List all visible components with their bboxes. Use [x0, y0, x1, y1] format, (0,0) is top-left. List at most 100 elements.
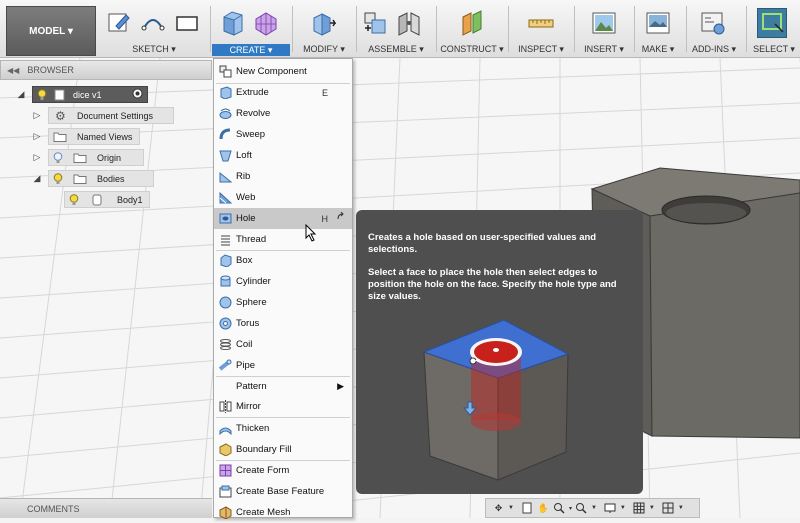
assemble-menu-label[interactable]: ASSEMBLE ▾ [358, 44, 434, 55]
expand-triangle-icon[interactable]: ▷ [32, 131, 42, 142]
sketch-group[interactable]: SKETCH ▾ [100, 0, 208, 58]
create-sketch-icon[interactable] [104, 8, 134, 38]
visibility-bulb-icon[interactable] [37, 88, 47, 101]
create-group[interactable]: CREATE ▾ [212, 0, 290, 58]
menu-item-torus[interactable]: Torus [214, 313, 352, 334]
create-mesh-icon [218, 506, 232, 520]
comments-panel[interactable]: COMMENTS [0, 498, 212, 518]
3d-print-icon[interactable] [643, 8, 673, 38]
add-ins-menu-label[interactable]: ADD-INS ▾ [688, 44, 740, 55]
look-at-icon[interactable] [521, 502, 534, 515]
rectangle-icon[interactable] [172, 8, 202, 38]
menu-item-boundary-fill[interactable]: Boundary Fill [214, 439, 352, 460]
expand-triangle-icon[interactable]: ▷ [32, 110, 42, 121]
make-group[interactable]: MAKE ▾ [636, 0, 680, 58]
menu-item-pattern[interactable]: Pattern ▶ [214, 376, 352, 397]
menu-item-create-mesh[interactable]: Create Mesh [214, 502, 352, 523]
tree-row-document-settings[interactable]: ▷ ⚙ Document Settings [32, 107, 174, 124]
menu-item-create-form[interactable]: Create Form [214, 460, 352, 481]
extrude-icon[interactable] [217, 8, 247, 38]
tree-root-row[interactable]: ◢ dice v1 [16, 86, 148, 103]
tree-row-origin[interactable]: ▷ Origin [32, 149, 144, 166]
menu-item-mirror[interactable]: Mirror [214, 396, 352, 417]
dropdown-caret-icon[interactable]: ▼ [620, 505, 626, 511]
modify-group[interactable]: MODIFY ▾ [294, 0, 354, 58]
expand-triangle-icon[interactable]: ◢ [16, 89, 26, 100]
browser-header[interactable]: ◀◀ BROWSER [0, 60, 212, 80]
menu-item-web[interactable]: Web [214, 187, 352, 208]
menu-item-extrude[interactable]: Extrude E [214, 82, 352, 103]
dropdown-caret-icon[interactable]: ▾ [569, 505, 572, 512]
menu-item-create-base-feature[interactable]: Create Base Feature [214, 481, 352, 502]
visibility-bulb-icon[interactable] [53, 172, 63, 185]
menu-item-rib[interactable]: Rib [214, 166, 352, 187]
collapse-icon[interactable]: ◀◀ [7, 66, 19, 75]
tree-row-bodies[interactable]: ◢ Bodies [32, 170, 154, 187]
visibility-bulb-icon[interactable] [69, 193, 79, 206]
spline-icon[interactable] [138, 8, 168, 38]
pan-hand-icon[interactable]: ✋ [537, 502, 550, 515]
new-component-icon[interactable] [360, 8, 390, 38]
dropdown-caret-icon[interactable]: ▼ [508, 505, 514, 511]
tree-row-body1[interactable]: Body1 [64, 191, 150, 208]
expand-triangle-icon[interactable]: ▷ [32, 152, 42, 163]
menu-item-new-component[interactable]: New Component [214, 61, 352, 82]
workspace-switcher-button[interactable]: MODEL ▾ [6, 6, 96, 56]
dropdown-caret-icon[interactable]: ▼ [591, 505, 597, 511]
modify-menu-label[interactable]: MODIFY ▾ [294, 44, 354, 55]
activate-radio-icon[interactable] [132, 88, 143, 101]
display-settings-icon[interactable] [604, 502, 617, 515]
measure-icon[interactable] [526, 8, 556, 38]
insert-image-icon[interactable] [589, 8, 619, 38]
dropdown-caret-icon[interactable]: ▼ [678, 505, 684, 511]
customize-arrow-icon[interactable] [336, 211, 346, 225]
sketch-menu-label[interactable]: SKETCH ▾ [100, 44, 208, 55]
toolbar-divider [356, 6, 357, 52]
construct-group[interactable]: CONSTRUCT ▾ [438, 0, 506, 58]
menu-item-sphere[interactable]: Sphere [214, 292, 352, 313]
select-menu-label[interactable]: SELECT ▾ [748, 44, 800, 55]
visibility-bulb-icon[interactable] [53, 151, 63, 164]
menu-item-thread[interactable]: Thread [214, 229, 352, 250]
offset-plane-icon[interactable] [457, 8, 487, 38]
construct-menu-label[interactable]: CONSTRUCT ▾ [438, 44, 506, 55]
menu-item-thicken[interactable]: Thicken [214, 418, 352, 439]
tree-row-named-views[interactable]: ▷ Named Views [32, 128, 140, 145]
tree-item-label: Bodies [97, 173, 125, 184]
menu-item-coil[interactable]: Coil [214, 334, 352, 355]
form-icon[interactable] [251, 8, 281, 38]
menu-item-sweep[interactable]: Sweep [214, 124, 352, 145]
select-icon[interactable] [757, 8, 787, 38]
mouse-cursor-icon [305, 224, 317, 242]
insert-group[interactable]: INSERT ▾ [576, 0, 632, 58]
menu-item-loft[interactable]: Loft [214, 145, 352, 166]
create-menu-label[interactable]: CREATE ▾ [212, 44, 290, 56]
grid-settings-icon[interactable] [633, 502, 646, 515]
dropdown-caret-icon[interactable]: ▼ [649, 505, 655, 511]
expand-triangle-icon[interactable]: ◢ [32, 173, 42, 184]
insert-menu-label[interactable]: INSERT ▾ [576, 44, 632, 55]
select-group[interactable]: SELECT ▾ [748, 0, 800, 58]
make-menu-label[interactable]: MAKE ▾ [636, 44, 680, 55]
add-ins-group[interactable]: ADD-INS ▾ [688, 0, 740, 58]
assemble-group[interactable]: ASSEMBLE ▾ [358, 0, 434, 58]
menu-item-box[interactable]: Box [214, 250, 352, 271]
menu-item-pipe[interactable]: Pipe [214, 355, 352, 376]
joint-icon[interactable] [394, 8, 424, 38]
menu-item-hole[interactable]: Hole H [214, 208, 352, 229]
extrude-icon [218, 86, 232, 100]
orbit-icon[interactable]: ✥ [492, 502, 505, 515]
sweep-icon [218, 128, 232, 142]
tree-item-label: Origin [97, 152, 122, 163]
inspect-group[interactable]: INSPECT ▾ [510, 0, 572, 58]
zoom-icon[interactable] [553, 502, 566, 515]
root-component-node[interactable]: dice v1 [32, 86, 148, 103]
fit-zoom-icon[interactable] [575, 502, 588, 515]
revolve-icon [218, 107, 232, 121]
viewports-icon[interactable] [662, 502, 675, 515]
inspect-menu-label[interactable]: INSPECT ▾ [510, 44, 572, 55]
scripts-addins-icon[interactable] [698, 8, 728, 38]
menu-item-revolve[interactable]: Revolve [214, 103, 352, 124]
menu-item-cylinder[interactable]: Cylinder [214, 271, 352, 292]
press-pull-icon[interactable] [307, 8, 337, 38]
